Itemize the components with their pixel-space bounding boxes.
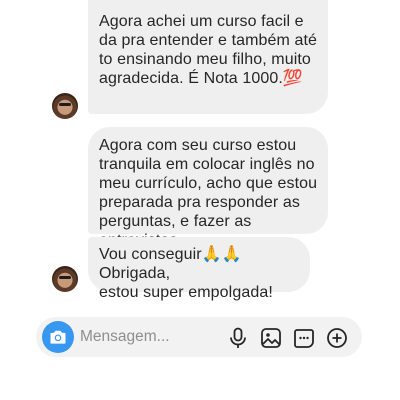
sender-avatar[interactable] [52, 93, 78, 119]
message-text: Agora achei um curso facil e da pra ente… [99, 13, 318, 87]
chat-screen: Agora achei um curso facil e da pra ente… [0, 0, 400, 400]
microphone-icon [230, 327, 246, 348]
message-composer [36, 317, 362, 357]
message-bubble[interactable]: Agora com seu curso estou tranquila em c… [88, 127, 328, 249]
message-text: Vou conseguir🙏🙏Obrigada, estou super emp… [99, 246, 273, 301]
sticker-icon [294, 329, 314, 348]
camera-button[interactable] [42, 321, 74, 353]
gallery-icon [261, 328, 281, 348]
microphone-button[interactable] [227, 327, 249, 349]
camera-icon [50, 330, 66, 344]
more-options-button[interactable] [326, 327, 348, 349]
message-input[interactable] [80, 327, 220, 347]
message-bubble[interactable]: Agora achei um curso facil e da pra ente… [88, 0, 328, 114]
sticker-button[interactable] [293, 327, 315, 349]
gallery-button[interactable] [260, 327, 282, 349]
avatar-photo [59, 276, 71, 279]
message-text: Agora com seu curso estou tranquila em c… [99, 137, 318, 249]
plus-icon [327, 328, 347, 348]
message-bubble[interactable]: Vou conseguir🙏🙏Obrigada, estou super emp… [88, 237, 310, 301]
avatar-photo [59, 103, 71, 106]
sender-avatar[interactable] [52, 266, 78, 292]
